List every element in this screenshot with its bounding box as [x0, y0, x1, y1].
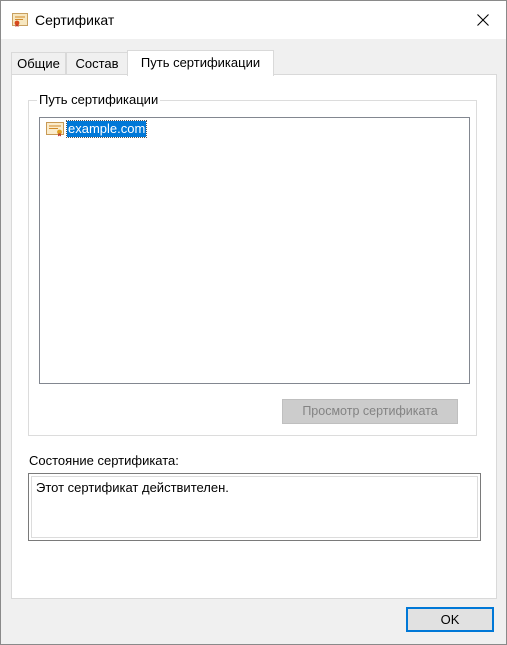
tab-panel: Путь сертификации example.com Просмотр с…: [11, 74, 497, 599]
tree-item[interactable]: example.com: [46, 120, 148, 138]
view-certificate-button[interactable]: Просмотр сертификата: [282, 399, 458, 424]
certificate-status-label: Состояние сертификата:: [29, 453, 179, 468]
tree-item-label: example.com: [65, 120, 148, 138]
status-inner-frame: Этот сертификат действителен.: [31, 476, 478, 538]
tab-general[interactable]: Общие: [11, 52, 66, 74]
title-bar: Сертификат: [1, 1, 506, 39]
group-title: Путь сертификации: [37, 92, 161, 108]
certificate-status-text: Этот сертификат действителен.: [36, 480, 229, 495]
tab-certification-path[interactable]: Путь сертификации: [127, 50, 274, 76]
certificate-status-box[interactable]: Этот сертификат действителен.: [28, 473, 481, 541]
tab-details[interactable]: Состав: [66, 52, 128, 74]
window-title: Сертификат: [35, 12, 115, 28]
certificate-icon: [46, 121, 64, 137]
close-icon: [477, 14, 489, 26]
certification-path-tree[interactable]: example.com: [39, 117, 470, 384]
ok-button[interactable]: OK: [406, 607, 494, 632]
certificate-dialog: Сертификат Общие Состав Путь сертификаци…: [0, 0, 507, 645]
close-button[interactable]: [460, 1, 506, 39]
certification-path-group: Путь сертификации example.com Просмотр с…: [28, 92, 477, 436]
certificate-icon: [12, 13, 28, 27]
